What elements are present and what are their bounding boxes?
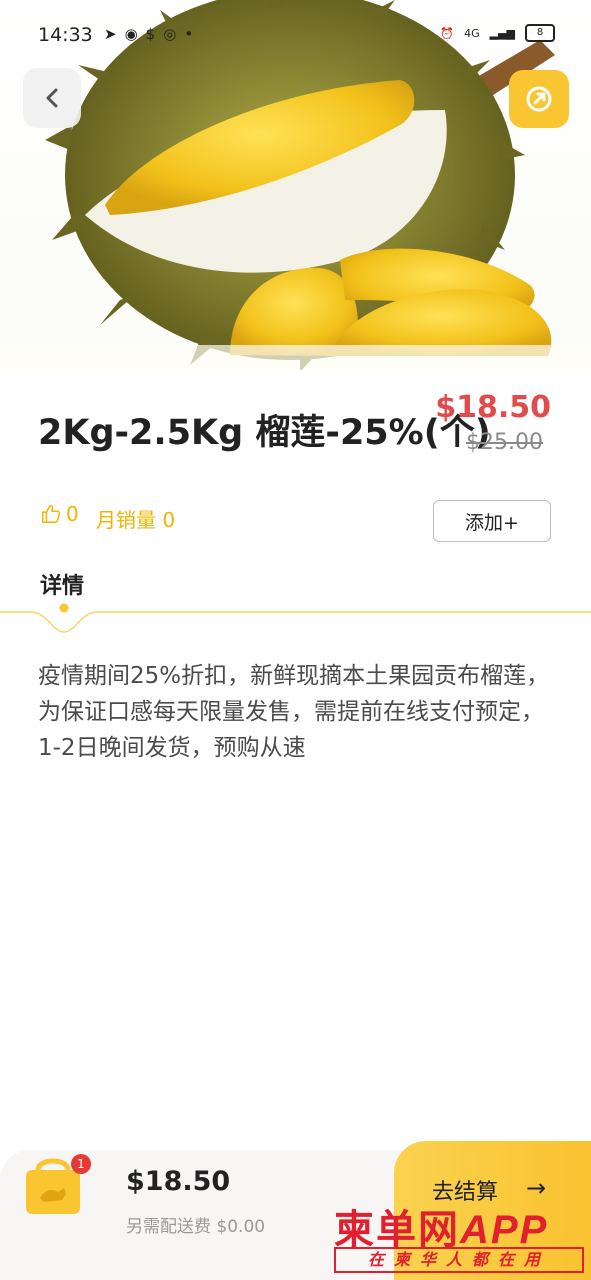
add-to-cart-button[interactable]: 添加+ <box>433 500 551 542</box>
watermark-app: APP <box>460 1208 549 1252</box>
cart-badge: 1 <box>71 1154 91 1174</box>
status-bar: 14:33 ➤ ◉ $ ◎ • ⏰ 4G ▂▄▆ 8 <box>0 0 591 70</box>
telegram-icon: ➤ <box>104 25 117 43</box>
watermark-slogan: 在柬华人都在用 <box>334 1247 584 1273</box>
product-description: 疫情期间25%折扣，新鲜现摘本土果园贡布榴莲，为保证口感每天限量发售，需提前在线… <box>38 663 550 761</box>
monthly-sales: 月销量 0 <box>96 508 176 532</box>
status-right: ⏰ 4G ▂▄▆ 8 <box>440 24 555 42</box>
thumbs-up-icon <box>42 505 61 523</box>
chevron-left-icon <box>46 88 58 108</box>
messenger-icon: ◉ <box>124 25 138 43</box>
like-count: 0 <box>66 502 79 526</box>
tab-detail[interactable]: 详情 <box>40 568 84 600</box>
share-icon <box>526 86 552 112</box>
network-label: 4G <box>464 26 480 40</box>
dollar-icon: $ <box>145 25 156 43</box>
share-button[interactable] <box>509 70 569 128</box>
dot-icon: • <box>184 25 194 43</box>
product-title: 2Kg-2.5Kg 榴莲-25%(个) <box>38 413 491 453</box>
watermark-brand: 柬单网 <box>334 1208 460 1252</box>
product-price: $18.50 <box>435 390 551 425</box>
cart-total: $18.50 <box>126 1166 231 1197</box>
signal-icon: ▂▄▆ <box>489 26 515 40</box>
status-time: 14:33 <box>38 24 93 46</box>
alarm-icon: ⏰ <box>440 26 455 40</box>
back-button[interactable] <box>23 68 81 128</box>
battery-icon: 8 <box>525 24 555 42</box>
delivery-fee: 另需配送费 $0.00 <box>126 1217 266 1237</box>
like-button[interactable]: 0 <box>40 502 79 526</box>
app-icon: ◎ <box>163 25 177 43</box>
status-app-icons: ➤ ◉ $ ◎ • <box>104 24 193 44</box>
original-price: $25.00 <box>466 430 543 455</box>
tab-indicator <box>0 603 591 633</box>
watermark-logo: 柬单网APP 在柬华人都在用 <box>334 1197 586 1275</box>
